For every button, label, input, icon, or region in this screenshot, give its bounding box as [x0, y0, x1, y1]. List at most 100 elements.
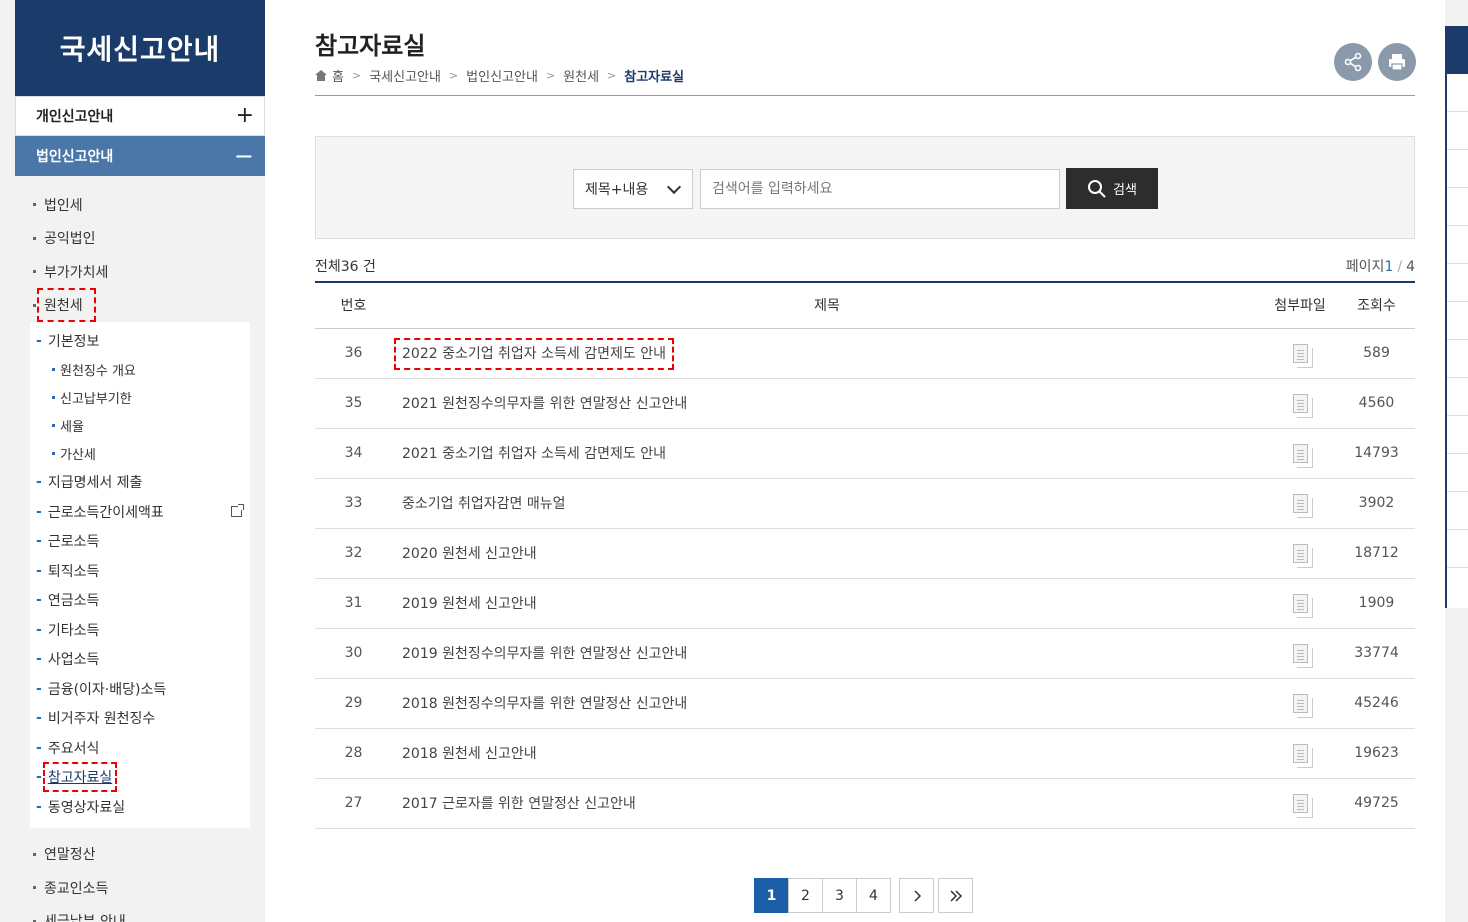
breadcrumb-item[interactable]: 원천세 — [563, 66, 599, 85]
submenu-lvl2-label: 기본정보 — [47, 333, 100, 350]
submenu-item[interactable]: 공익법인 — [15, 222, 265, 256]
submenu-lvl2-label: 동영상자료실 — [47, 799, 126, 816]
row-title-link[interactable]: 2021 원천징수의무자를 위한 연말정산 신고안내 — [402, 396, 687, 412]
submenu-lvl2-item[interactable]: - 근로소득간이세액표 — [30, 497, 250, 527]
breadcrumb-current[interactable]: 참고자료실 — [624, 66, 684, 85]
attachment-file-icon[interactable] — [1292, 443, 1313, 468]
last-page-button[interactable] — [938, 878, 973, 913]
row-file-cell — [1262, 778, 1338, 828]
quick-menu-item[interactable] — [1447, 188, 1468, 226]
quick-menu-item[interactable] — [1447, 340, 1468, 378]
header-views: 조회수 — [1357, 298, 1396, 315]
page-label: 페이지 — [1345, 259, 1385, 275]
row-views: 14793 — [1354, 445, 1399, 461]
submenu-lvl3-label: 원천징수 개요 — [60, 364, 136, 379]
attachment-file-icon[interactable] — [1292, 693, 1313, 718]
attachment-file-icon[interactable] — [1292, 393, 1313, 418]
header-no: 번호 — [340, 298, 367, 315]
quick-menu-item[interactable] — [1447, 530, 1468, 568]
dash-icon: - — [36, 798, 42, 815]
plus-icon[interactable]: + — [236, 105, 254, 127]
attachment-file-icon[interactable] — [1292, 593, 1313, 618]
attachment-file-icon[interactable] — [1292, 493, 1313, 518]
submenu-lvl2-item[interactable]: - 기본정보 — [30, 326, 250, 356]
submenu-lvl3-item[interactable]: 세율 — [30, 412, 250, 440]
quick-menu-item[interactable] — [1447, 378, 1468, 416]
submenu-item[interactable]: 종교인소득 — [15, 871, 265, 905]
row-views: 1909 — [1358, 595, 1395, 611]
sidebar-title: 국세신고안내 — [15, 0, 265, 96]
row-title-link[interactable]: 2021 중소기업 취업자 소득세 감면제도 안내 — [402, 446, 666, 462]
submenu-lvl2-item[interactable]: - 주요서식 — [30, 733, 250, 763]
submenu-lvl2-item[interactable]: - 연금소득 — [30, 586, 250, 616]
submenu-lvl2-item[interactable]: - 동영상자료실 — [30, 792, 250, 822]
attachment-file-icon[interactable] — [1292, 793, 1313, 818]
submenu-lvl2-item[interactable]: - 퇴직소득 — [30, 556, 250, 586]
submenu-lvl2-item[interactable]: - 비거주자 원천징수 — [30, 704, 250, 734]
attachment-file-icon[interactable] — [1292, 543, 1313, 568]
submenu-item-withholding[interactable]: 원천세 — [15, 288, 265, 323]
chevron-right-icon: > — [545, 69, 556, 82]
row-title-link[interactable]: 2018 원천징수의무자를 위한 연말정산 신고안내 — [402, 696, 687, 712]
menu-personal-tax[interactable]: 개인신고안내 + — [15, 96, 265, 136]
attachment-file-icon[interactable] — [1292, 343, 1313, 368]
table-row: 30 2019 원천징수의무자를 위한 연말정산 신고안내 33774 — [315, 628, 1415, 678]
row-title-link[interactable]: 2020 원천세 신고안내 — [402, 546, 537, 562]
share-button[interactable] — [1334, 43, 1372, 81]
submenu-item[interactable]: 연말정산 — [15, 838, 265, 872]
dash-icon: - — [36, 503, 42, 520]
submenu-lvl3-item[interactable]: 신고납부기한 — [30, 384, 250, 412]
submenu-lvl2-item[interactable]: - 사업소득 — [30, 645, 250, 675]
next-page-button[interactable] — [899, 878, 934, 913]
quick-menu-item[interactable] — [1447, 492, 1468, 530]
submenu-lvl3-item[interactable]: 원천징수 개요 — [30, 356, 250, 384]
row-title-link[interactable]: 2017 근로자를 위한 연말정산 신고안내 — [402, 796, 636, 812]
row-title-link[interactable]: 중소기업 취업자감면 매뉴얼 — [402, 496, 565, 512]
bullet-icon — [52, 452, 55, 455]
page-button-1[interactable]: 1 — [754, 878, 789, 913]
quick-menu-item[interactable] — [1447, 112, 1468, 150]
total-count: 전체36 건 — [315, 256, 376, 276]
quick-menu-item[interactable] — [1447, 416, 1468, 454]
submenu-item[interactable]: 세금납부 안내 — [15, 905, 265, 922]
quick-menu-item[interactable] — [1447, 226, 1468, 264]
quick-menu-item[interactable] — [1447, 454, 1468, 492]
quick-menu-item[interactable] — [1447, 74, 1468, 112]
page-button-3[interactable]: 3 — [822, 878, 857, 913]
search-input[interactable] — [700, 169, 1060, 209]
submenu-item[interactable]: 법인세 — [15, 188, 265, 222]
menu-corporate-tax[interactable]: 법인신고안내 − — [15, 136, 265, 176]
minus-icon[interactable]: − — [234, 144, 254, 168]
dash-icon: - — [36, 680, 42, 697]
breadcrumb-item[interactable]: 국세신고안내 — [369, 66, 441, 85]
external-link-icon[interactable] — [231, 504, 244, 517]
submenu-lvl2-item[interactable]: - 금융(이자·배당)소득 — [30, 674, 250, 704]
total-number: 36 — [340, 259, 359, 275]
print-button[interactable] — [1378, 43, 1416, 81]
attachment-file-icon[interactable] — [1292, 743, 1313, 768]
search-scope-select[interactable]: 제목+내용 — [573, 169, 693, 209]
submenu-lvl3-item[interactable]: 가산세 — [30, 440, 250, 468]
submenu-lvl2-item[interactable]: - 기타소득 — [30, 615, 250, 645]
row-title-link[interactable]: 2019 원천세 신고안내 — [402, 596, 537, 612]
row-title-link[interactable]: 2022 중소기업 취업자 소득세 감면제도 안내 — [394, 338, 674, 370]
row-file-cell — [1262, 528, 1338, 578]
submenu-lvl2-label: 비거주자 원천징수 — [47, 711, 156, 728]
attachment-file-icon[interactable] — [1292, 643, 1313, 668]
page-title: 참고자료실 — [315, 32, 426, 60]
row-title-link[interactable]: 2018 원천세 신고안내 — [402, 746, 537, 762]
submenu-item[interactable]: 부가가치세 — [15, 255, 265, 289]
submenu-lvl2-item[interactable]: - 지급명세서 제출 — [30, 468, 250, 498]
page-separator: / — [1397, 259, 1403, 275]
submenu-lvl2-item-reference[interactable]: - 참고자료실 — [30, 762, 250, 793]
quick-menu-item[interactable] — [1447, 302, 1468, 340]
page-button-2[interactable]: 2 — [788, 878, 823, 913]
breadcrumb-item[interactable]: 홈 — [332, 66, 344, 85]
row-title-link[interactable]: 2019 원천징수의무자를 위한 연말정산 신고안내 — [402, 646, 687, 662]
quick-menu-item[interactable] — [1447, 264, 1468, 302]
page-button-4[interactable]: 4 — [856, 878, 891, 913]
search-button[interactable]: 검색 — [1066, 168, 1158, 209]
submenu-lvl2-item[interactable]: - 근로소득 — [30, 527, 250, 557]
quick-menu-item[interactable] — [1447, 150, 1468, 188]
breadcrumb-item[interactable]: 법인신고안내 — [466, 66, 538, 85]
